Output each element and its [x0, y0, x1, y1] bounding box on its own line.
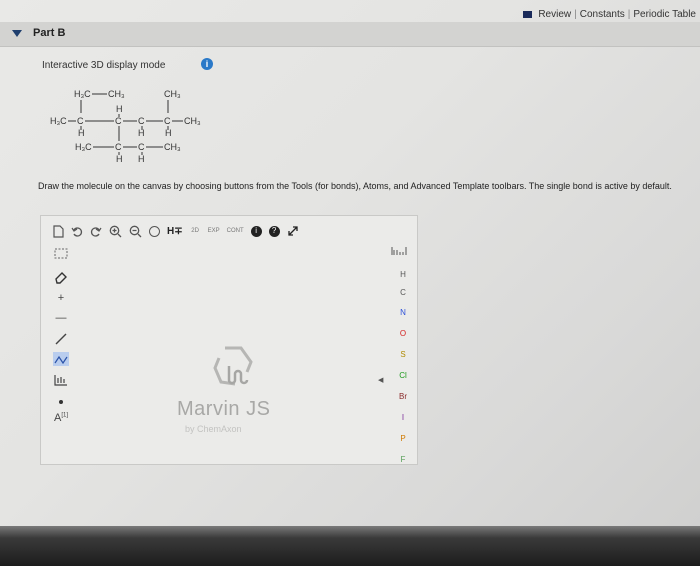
clean-icon[interactable] — [149, 224, 160, 238]
new-document-icon[interactable] — [53, 224, 64, 238]
molecule-label: H — [116, 154, 123, 164]
review-link[interactable]: Review — [538, 9, 571, 20]
charge-plus-tool[interactable]: + — [51, 292, 71, 304]
molecule-label: C — [115, 142, 122, 152]
part-header[interactable]: Part B — [0, 22, 700, 47]
top-bar: Review | Constants | Periodic Table — [0, 0, 700, 22]
charge-minus-tool[interactable]: — — [51, 312, 71, 324]
info-icon[interactable]: i — [250, 224, 262, 238]
molecule-label: H₃C — [74, 89, 91, 99]
book-icon — [523, 11, 533, 18]
single-bond-tool-icon[interactable] — [51, 332, 71, 349]
constants-link[interactable]: Constants — [580, 9, 625, 20]
info-icon[interactable]: i — [201, 58, 213, 70]
atom-button-i[interactable]: I — [393, 413, 413, 422]
atom-button-p[interactable]: P — [393, 434, 413, 443]
molecule-label: C — [164, 116, 171, 126]
atom-label-tool[interactable]: A[1] — [51, 412, 71, 424]
expand-button[interactable]: EXP — [208, 224, 220, 238]
display-mode-label: Interactive 3D display mode — [42, 60, 166, 71]
molecule-label: H — [165, 128, 172, 138]
atom-button-h[interactable]: H — [393, 270, 413, 279]
resource-links: Review | Constants | Periodic Table — [523, 9, 696, 20]
explicit-hydrogens-button[interactable]: H∓ — [167, 224, 183, 238]
screen-bezel — [0, 526, 700, 566]
collapse-caret-icon[interactable] — [12, 30, 22, 37]
periodic-table-icon[interactable] — [391, 246, 409, 258]
atom-button-c[interactable]: C — [393, 288, 413, 297]
link-separator: | — [627, 9, 631, 20]
atom-button-br[interactable]: Br — [393, 392, 413, 401]
molecule-label: CH₃ — [164, 142, 181, 152]
marvin-logo-icon — [213, 346, 253, 386]
part-title: Part B — [33, 27, 66, 39]
atom-button-cl[interactable]: Cl — [393, 371, 413, 380]
atom-button-o[interactable]: O — [393, 329, 413, 338]
molecule-label: H₃C — [75, 142, 92, 152]
expand-atoms-icon[interactable]: ◀ — [378, 376, 383, 384]
fullscreen-icon[interactable] — [287, 224, 299, 238]
molecule-label: H — [116, 104, 123, 114]
atom-button-n[interactable]: N — [393, 308, 413, 317]
molecule-label: CH₃ — [164, 89, 181, 99]
zoom-out-icon[interactable] — [129, 224, 142, 238]
molecule-label: CH₃ — [184, 116, 201, 126]
clean-2d-button[interactable]: 2D — [190, 224, 201, 238]
atom-button-s[interactable]: S — [393, 350, 413, 359]
radical-tool-icon[interactable] — [51, 396, 71, 408]
molecule-label: C — [77, 116, 84, 126]
chain-tool-icon[interactable] — [51, 352, 71, 369]
molecule-label: C — [138, 116, 145, 126]
undo-icon[interactable] — [71, 224, 83, 238]
link-separator: | — [574, 9, 577, 20]
marvin-editor[interactable]: H∓ 2D EXP CONT i ? + — A[1] Marvin JS by… — [40, 215, 418, 465]
redo-icon[interactable] — [90, 224, 102, 238]
atom-button-f[interactable]: F — [393, 455, 413, 464]
marvin-logo-text: Marvin JS — [177, 398, 271, 420]
molecule-label: H — [138, 128, 145, 138]
molecule-structure: H₃C CH₃ CH₃ H H₃C C C C C CH₃ H H H H₃C … — [50, 89, 201, 164]
molecule-label: C — [138, 142, 145, 152]
molecule-label: C — [115, 116, 122, 126]
periodic-table-link[interactable]: Periodic Table — [633, 9, 696, 20]
molecule-label: H — [138, 154, 145, 164]
chemaxon-logo-text: by ChemAxon — [185, 424, 242, 434]
molecule-label: CH₃ — [108, 89, 125, 99]
contract-button[interactable]: CONT — [227, 224, 244, 238]
instructions-text: Draw the molecule on the canvas by choos… — [38, 181, 672, 191]
zoom-in-icon[interactable] — [109, 224, 122, 238]
select-tool-icon[interactable] — [51, 248, 71, 263]
molecule-label: H — [78, 128, 85, 138]
template-tool-icon[interactable] — [51, 374, 71, 389]
molecule-label: H₃C — [50, 116, 67, 126]
erase-tool-icon[interactable] — [51, 270, 71, 287]
help-icon[interactable]: ? — [268, 224, 280, 238]
editor-toolbar: H∓ 2D EXP CONT i ? — [53, 222, 299, 240]
